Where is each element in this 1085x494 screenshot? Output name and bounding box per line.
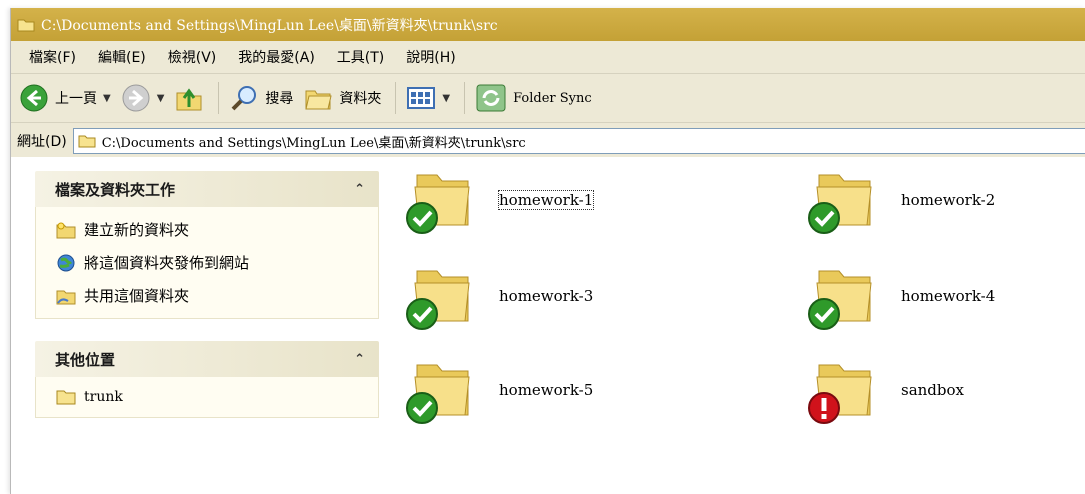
error-badge-icon bbox=[808, 392, 840, 424]
folder-name: homework-5 bbox=[499, 381, 594, 399]
forward-dropdown-icon[interactable]: ▼ bbox=[157, 93, 165, 104]
folder-name: sandbox bbox=[901, 381, 964, 399]
task-label: 建立新的資料夾 bbox=[84, 221, 190, 239]
folder-icon bbox=[808, 359, 877, 424]
toolbar: 上一頁 ▼ ▼ 搜尋 資料夾 ▼ Folder Sync bbox=[11, 74, 1085, 123]
menu-edit[interactable]: 編輯(E) bbox=[98, 47, 146, 67]
views-dropdown-icon[interactable]: ▼ bbox=[442, 93, 450, 104]
window-title: C:\Documents and Settings\MingLun Lee\桌面… bbox=[41, 17, 498, 34]
pane-body: 建立新的資料夾 將這個資料夾發佈到網站 共用這個資料夾 bbox=[35, 207, 379, 319]
place-trunk[interactable]: trunk bbox=[56, 383, 378, 411]
checkmark-badge-icon bbox=[406, 392, 438, 424]
folder-sync-icon bbox=[476, 84, 506, 112]
folder-item-homework-1[interactable]: homework-1 bbox=[406, 169, 595, 234]
menu-favorites[interactable]: 我的最愛(A) bbox=[238, 47, 315, 67]
folder-sync-button[interactable]: Folder Sync bbox=[475, 83, 592, 113]
globe-icon bbox=[57, 254, 75, 271]
task-label: 將這個資料夾發佈到網站 bbox=[84, 254, 250, 272]
folder-sync-label: Folder Sync bbox=[513, 90, 592, 106]
folder-item-homework-4[interactable]: homework-4 bbox=[808, 265, 996, 330]
address-input[interactable]: C:\Documents and Settings\MingLun Lee\桌面… bbox=[72, 128, 1085, 154]
back-button-label: 上一頁 bbox=[55, 91, 97, 107]
task-make-new-folder[interactable]: 建立新的資料夾 bbox=[56, 213, 378, 246]
checkmark-badge-icon bbox=[808, 298, 840, 330]
collapse-icon[interactable]: ⌃ bbox=[354, 182, 365, 197]
search-button-label: 搜尋 bbox=[265, 91, 294, 107]
task-publish-to-web[interactable]: 將這個資料夾發佈到網站 bbox=[56, 246, 378, 279]
views-button[interactable]: ▼ bbox=[406, 85, 450, 111]
back-dropdown-icon[interactable]: ▼ bbox=[103, 93, 111, 104]
checkmark-badge-icon bbox=[406, 298, 438, 330]
toolbar-separator bbox=[395, 82, 397, 114]
pane-title: 檔案及資料夾工作 bbox=[55, 180, 176, 199]
task-panel: 檔案及資料夾工作 ⌃ 建立新的資料夾 將這個資料夾發佈到網站 共用這個資料夾 其… bbox=[35, 171, 379, 440]
menu-tools[interactable]: 工具(T) bbox=[337, 47, 384, 67]
menu-file[interactable]: 檔案(F) bbox=[29, 47, 76, 67]
folder-item-homework-5[interactable]: homework-5 bbox=[406, 359, 594, 424]
folder-name: homework-2 bbox=[901, 191, 996, 209]
menu-help[interactable]: 說明(H) bbox=[406, 47, 455, 67]
folder-name: homework-4 bbox=[901, 287, 996, 305]
address-label: 網址(D) bbox=[17, 134, 67, 150]
content-area: 檔案及資料夾工作 ⌃ 建立新的資料夾 將這個資料夾發佈到網站 共用這個資料夾 其… bbox=[11, 157, 1085, 494]
folder-name: homework-3 bbox=[499, 287, 594, 305]
title-bar[interactable]: C:\Documents and Settings\MingLun Lee\桌面… bbox=[11, 8, 1085, 41]
up-folder-icon bbox=[176, 88, 202, 111]
folder-icon bbox=[808, 169, 877, 234]
explorer-window: C:\Documents and Settings\MingLun Lee\桌面… bbox=[10, 8, 1085, 494]
forward-arrow-icon bbox=[122, 84, 150, 112]
pane-title: 其他位置 bbox=[55, 350, 116, 369]
pane-body: trunk bbox=[35, 377, 379, 418]
folder-item-homework-2[interactable]: homework-2 bbox=[808, 169, 996, 234]
folder-item-homework-3[interactable]: homework-3 bbox=[406, 265, 594, 330]
folder-icon bbox=[406, 359, 475, 424]
folder-icon bbox=[406, 169, 475, 234]
collapse-icon[interactable]: ⌃ bbox=[354, 352, 365, 367]
folder-icon bbox=[56, 390, 76, 405]
checkmark-badge-icon bbox=[808, 202, 840, 234]
toolbar-separator bbox=[464, 82, 466, 114]
views-icon bbox=[407, 87, 436, 109]
other-places-pane: 其他位置 ⌃ trunk bbox=[35, 341, 379, 418]
checkmark-badge-icon bbox=[406, 202, 438, 234]
pane-header[interactable]: 檔案及資料夾工作 ⌃ bbox=[35, 171, 379, 207]
menu-bar: 檔案(F) 編輯(E) 檢視(V) 我的最愛(A) 工具(T) 說明(H) bbox=[11, 41, 1085, 74]
place-label: trunk bbox=[84, 389, 123, 405]
search-button[interactable]: 搜尋 bbox=[229, 83, 293, 113]
task-share-folder[interactable]: 共用這個資料夾 bbox=[56, 279, 378, 312]
menu-view[interactable]: 檢視(V) bbox=[168, 47, 217, 67]
folders-button[interactable]: 資料夾 bbox=[303, 83, 381, 113]
folder-icon bbox=[406, 265, 475, 330]
back-arrow-icon bbox=[20, 84, 48, 112]
address-value: C:\Documents and Settings\MingLun Lee\桌面… bbox=[101, 135, 526, 151]
forward-button[interactable]: ▼ bbox=[121, 83, 165, 113]
folder-icon bbox=[808, 265, 877, 330]
search-icon bbox=[231, 86, 257, 111]
folder-name: homework-1 bbox=[497, 190, 595, 210]
pane-header[interactable]: 其他位置 ⌃ bbox=[35, 341, 379, 377]
folder-item-sandbox[interactable]: sandbox bbox=[808, 359, 964, 424]
folder-icon bbox=[17, 19, 35, 31]
folders-icon bbox=[305, 90, 333, 110]
toolbar-separator bbox=[218, 82, 220, 114]
up-folder-button[interactable] bbox=[174, 83, 204, 113]
back-button[interactable]: 上一頁 ▼ bbox=[19, 83, 111, 113]
file-folder-tasks-pane: 檔案及資料夾工作 ⌃ 建立新的資料夾 將這個資料夾發佈到網站 共用這個資料夾 bbox=[35, 171, 379, 319]
new-folder-icon bbox=[56, 222, 76, 238]
address-bar: 網址(D) C:\Documents and Settings\MingLun … bbox=[11, 123, 1085, 160]
shared-folder-icon bbox=[56, 290, 76, 304]
folders-button-label: 資料夾 bbox=[339, 91, 382, 107]
task-label: 共用這個資料夾 bbox=[84, 287, 190, 305]
folder-icon bbox=[78, 135, 96, 148]
